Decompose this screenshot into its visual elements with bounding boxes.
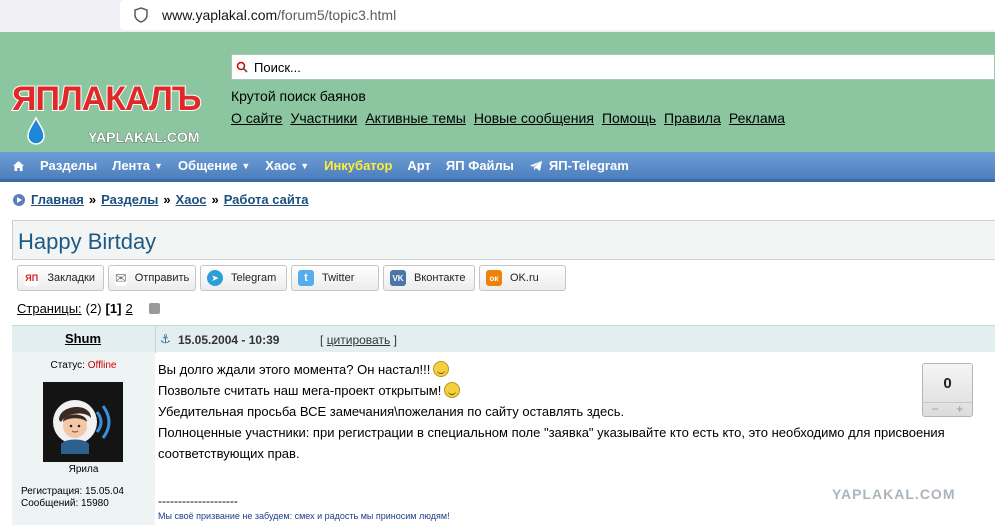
post-header: Shum ⚓ 15.05.2004 - 10:39 [ цитировать ] bbox=[12, 325, 995, 353]
search-icon bbox=[236, 61, 248, 73]
chevron-down-icon: ▼ bbox=[300, 160, 310, 171]
twitter-share-button[interactable]: t Twitter bbox=[291, 265, 379, 291]
pagination: Страницы: (2) [1] 2 bbox=[17, 301, 160, 316]
chevron-down-icon: ▼ bbox=[241, 160, 251, 171]
rating-plus-button[interactable]: + bbox=[956, 403, 963, 416]
page-2-link[interactable]: 2 bbox=[125, 301, 132, 316]
shield-icon[interactable] bbox=[134, 7, 148, 23]
breadcrumb-sections[interactable]: Разделы bbox=[101, 192, 158, 207]
breadcrumb-site-work[interactable]: Работа сайта bbox=[224, 192, 309, 207]
svg-text:YAPLAKAL.COM: YAPLAKAL.COM bbox=[88, 129, 200, 145]
nav-art[interactable]: Арт bbox=[407, 158, 431, 173]
breadcrumb: Главная » Разделы » Хаос » Работа сайта bbox=[12, 192, 308, 207]
site-header: ЯПЛАКАЛЪ YAPLAKAL.COM Крутой поиск баяно… bbox=[0, 32, 995, 152]
post-rating: 0 − + bbox=[922, 363, 973, 417]
nav-feed[interactable]: Лента ▼ bbox=[112, 158, 163, 173]
main-nav: Разделы Лента ▼ Общение ▼ Хаос ▼ Инкубатор … bbox=[0, 152, 995, 182]
telegram-icon: ➤ bbox=[207, 270, 223, 286]
author-panel: Статус: Offline Ярила Регистрация: 15.05… bbox=[12, 352, 155, 525]
svg-text:ЯПЛАКАЛЪ: ЯПЛАКАЛЪ bbox=[12, 80, 201, 118]
page-title: Happy Birtday bbox=[18, 229, 157, 254]
top-links: О сайте Участники Активные темы Новые со… bbox=[231, 110, 785, 126]
pages-label: Страницы: bbox=[17, 301, 82, 316]
ok-icon: ок bbox=[486, 270, 502, 286]
author-rank: Ярила bbox=[68, 464, 99, 475]
link-about[interactable]: О сайте bbox=[231, 110, 282, 126]
search-box[interactable] bbox=[231, 54, 995, 80]
nav-telegram[interactable]: ЯП-Telegram bbox=[529, 158, 629, 173]
ok-share-button[interactable]: ок OK.ru bbox=[479, 265, 566, 291]
link-new-messages[interactable]: Новые сообщения bbox=[474, 110, 594, 126]
url-text: www.yaplakal.com/forum5/topic3.html bbox=[162, 7, 397, 23]
nav-chat[interactable]: Общение ▼ bbox=[178, 158, 250, 173]
topic-title-box: Happy Birtday bbox=[12, 220, 995, 260]
link-help[interactable]: Помощь bbox=[602, 110, 656, 126]
nav-files[interactable]: ЯП Файлы bbox=[446, 158, 514, 173]
rating-minus-button[interactable]: − bbox=[932, 403, 939, 416]
post-author[interactable]: Shum bbox=[12, 331, 154, 346]
breadcrumb-chaos[interactable]: Хаос bbox=[176, 192, 207, 207]
quote-link[interactable]: цитировать bbox=[327, 333, 391, 347]
post-line: Вы долго ждали этого момента? Он настал!… bbox=[158, 359, 978, 380]
search-tagline: Крутой поиск баянов bbox=[231, 88, 366, 104]
post-body: Вы долго ждали этого момента? Он настал!… bbox=[156, 352, 995, 525]
post-date: 15.05.2004 - 10:39 bbox=[178, 333, 280, 347]
address-bar[interactable]: www.yaplakal.com/forum5/topic3.html bbox=[120, 0, 995, 30]
signature: Мы своё призвание не забудем: смех и рад… bbox=[158, 511, 450, 521]
telegram-share-button[interactable]: ➤ Telegram bbox=[200, 265, 287, 291]
twitter-icon: t bbox=[298, 270, 314, 286]
send-button[interactable]: ✉ Отправить bbox=[108, 265, 196, 291]
link-active-topics[interactable]: Активные темы bbox=[365, 110, 466, 126]
vk-icon: VK bbox=[390, 270, 406, 286]
nav-incubator[interactable]: Инкубатор bbox=[324, 158, 392, 173]
share-bar: ЯП Закладки ✉ Отправить ➤ Telegram t Twitter… bbox=[17, 265, 566, 291]
quote-control: [ цитировать ] bbox=[320, 333, 397, 347]
watermark: YAPLAKAL.COM bbox=[832, 486, 956, 502]
forward-circle-icon bbox=[13, 193, 25, 206]
current-page: [1] bbox=[105, 301, 122, 316]
link-rules[interactable]: Правила bbox=[664, 110, 721, 126]
post-line: Убедительная просьба ВСЕ замечания\пожел… bbox=[158, 404, 625, 419]
nav-chaos[interactable]: Хаос ▼ bbox=[265, 158, 309, 173]
envelope-icon: ✉ bbox=[115, 269, 127, 286]
divider bbox=[155, 326, 156, 353]
home-icon[interactable] bbox=[12, 160, 25, 172]
author-status: Статус: Offline bbox=[50, 360, 117, 371]
bookmarks-button[interactable]: ЯП Закладки bbox=[17, 265, 104, 291]
link-ads[interactable]: Реклама bbox=[729, 110, 785, 126]
post-line: Полноценные участники: при регистрации в… bbox=[158, 425, 945, 461]
vk-share-button[interactable]: VK Вконтакте bbox=[383, 265, 475, 291]
yaplakal-icon: ЯП bbox=[24, 270, 40, 286]
search-input[interactable] bbox=[254, 59, 854, 75]
anchor-icon[interactable]: ⚓ bbox=[160, 332, 171, 346]
site-logo[interactable]: ЯПЛАКАЛЪ YAPLAKAL.COM bbox=[10, 66, 210, 150]
rating-value: 0 bbox=[943, 375, 952, 392]
signature-divider: -------------------- bbox=[158, 494, 238, 508]
breadcrumb-home[interactable]: Главная bbox=[31, 192, 84, 207]
pages-count: (2) bbox=[85, 301, 102, 316]
author-stats: Регистрация: 15.05.04 Сообщений: 15980 bbox=[21, 486, 124, 509]
nav-sections[interactable]: Разделы bbox=[40, 158, 97, 173]
post-line: Позвольте считать наш мега-проект открыт… bbox=[158, 380, 978, 401]
smiley-icon bbox=[433, 361, 450, 377]
browser-toolbar: www.yaplakal.com/forum5/topic3.html bbox=[0, 0, 995, 32]
subscribe-icon[interactable] bbox=[148, 303, 160, 314]
avatar[interactable] bbox=[43, 382, 123, 462]
link-members[interactable]: Участники bbox=[290, 110, 357, 126]
chevron-down-icon: ▼ bbox=[154, 160, 163, 171]
telegram-icon bbox=[529, 160, 542, 171]
smiley-icon bbox=[444, 382, 461, 398]
